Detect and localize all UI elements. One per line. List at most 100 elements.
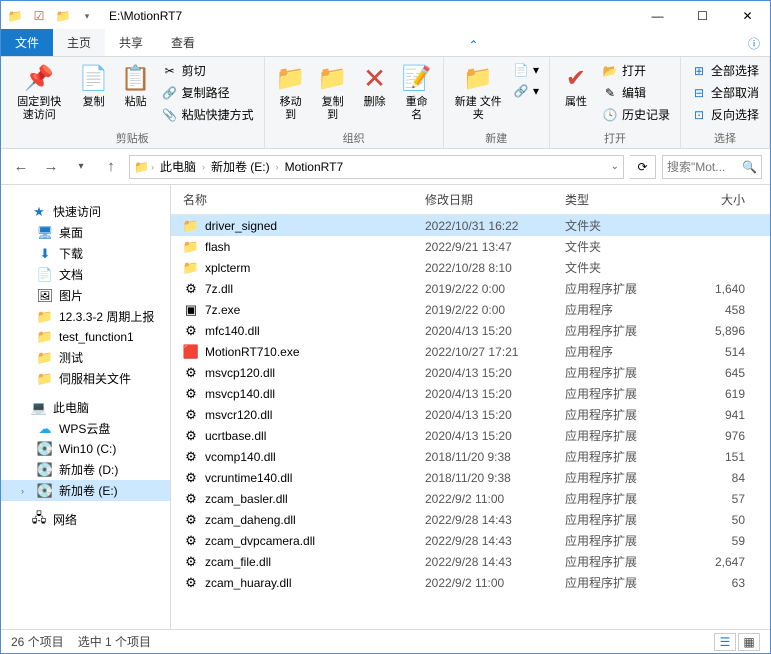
file-type: 应用程序扩展 xyxy=(565,469,685,486)
sidebar-wps[interactable]: ☁WPS云盘 xyxy=(1,418,170,439)
file-icon: ⚙ xyxy=(183,491,199,507)
file-type: 应用程序扩展 xyxy=(565,322,685,339)
file-name: zcam_dvpcamera.dll xyxy=(205,534,315,548)
folder-icon: 📁 xyxy=(5,6,25,26)
file-name: zcam_huaray.dll xyxy=(205,576,291,590)
sidebar-documents[interactable]: 📄文档 xyxy=(1,264,170,285)
file-size: 151 xyxy=(685,450,755,464)
rename-button[interactable]: 📝重命名 xyxy=(397,60,437,124)
file-row[interactable]: ▣7z.exe2019/2/22 0:00应用程序458 xyxy=(171,299,770,320)
sidebar-desktop[interactable]: 🖥桌面 xyxy=(1,222,170,243)
column-headers[interactable]: 名称 修改日期 类型 大小 xyxy=(171,185,770,215)
selectall-button[interactable]: ⊞全部选择 xyxy=(687,60,763,81)
file-row[interactable]: ⚙7z.dll2019/2/22 0:00应用程序扩展1,640 xyxy=(171,278,770,299)
minimize-button[interactable]: — xyxy=(635,1,680,31)
file-row[interactable]: 🟥MotionRT710.exe2022/10/27 17:21应用程序514 xyxy=(171,341,770,362)
open-button[interactable]: 📂打开 xyxy=(598,60,674,81)
tab-view[interactable]: 查看 xyxy=(157,29,209,56)
selectnone-button[interactable]: ⊟全部取消 xyxy=(687,82,763,103)
copy-button[interactable]: 📄复制 xyxy=(74,60,114,111)
breadcrumb[interactable]: 此电脑 xyxy=(156,156,200,177)
copyto-button[interactable]: 📁复制到 xyxy=(313,60,353,124)
address-bar[interactable]: 📁 › 此电脑 › 新加卷 (E:) › MotionRT7 ⌄ xyxy=(129,155,624,179)
file-type: 应用程序扩展 xyxy=(565,511,685,528)
help-button[interactable]: ⓘ xyxy=(738,31,770,56)
history-button[interactable]: 🕓历史记录 xyxy=(598,104,674,125)
file-name: xplcterm xyxy=(205,261,250,275)
view-details-button[interactable]: ☰ xyxy=(714,633,736,651)
file-type: 应用程序扩展 xyxy=(565,553,685,570)
sidebar-drive-c[interactable]: 💽Win10 (C:) xyxy=(1,439,170,459)
file-date: 2022/9/2 11:00 xyxy=(425,576,565,590)
delete-button[interactable]: ✕删除 xyxy=(355,60,395,111)
sidebar-folder[interactable]: 📁伺服相关文件 xyxy=(1,368,170,389)
sidebar-folder[interactable]: 📁测试 xyxy=(1,347,170,368)
file-row[interactable]: ⚙msvcr120.dll2020/4/13 15:20应用程序扩展941 xyxy=(171,404,770,425)
recent-dropdown[interactable]: ▾ xyxy=(69,155,93,179)
sidebar-folder[interactable]: 📁12.3.3-2 周期上报 xyxy=(1,306,170,327)
sidebar-folder[interactable]: 📁test_function1 xyxy=(1,327,170,347)
sidebar-drive-e[interactable]: ›💽新加卷 (E:) xyxy=(1,480,170,501)
file-row[interactable]: ⚙vcruntime140.dll2018/11/20 9:38应用程序扩展84 xyxy=(171,467,770,488)
file-icon: 📁 xyxy=(183,218,199,234)
file-row[interactable]: ⚙ucrtbase.dll2020/4/13 15:20应用程序扩展976 xyxy=(171,425,770,446)
address-dropdown[interactable]: ⌄ xyxy=(611,161,619,172)
newfolder-button[interactable]: 📁新建 文件夹 xyxy=(450,60,507,124)
file-row[interactable]: ⚙vcomp140.dll2018/11/20 9:38应用程序扩展151 xyxy=(171,446,770,467)
easyaccess-button[interactable]: 🔗▾ xyxy=(509,81,543,101)
file-row[interactable]: ⚙zcam_dvpcamera.dll2022/9/28 14:43应用程序扩展… xyxy=(171,530,770,551)
sidebar-network[interactable]: 🖧网络 xyxy=(1,509,170,530)
tab-share[interactable]: 共享 xyxy=(105,29,157,56)
tab-file[interactable]: 文件 xyxy=(1,29,53,56)
file-row[interactable]: ⚙zcam_daheng.dll2022/9/28 14:43应用程序扩展50 xyxy=(171,509,770,530)
file-name: MotionRT710.exe xyxy=(205,345,300,359)
file-row[interactable]: 📁flash2022/9/21 13:47文件夹 xyxy=(171,236,770,257)
sidebar-quick[interactable]: ★快速访问 xyxy=(1,201,170,222)
qat-save-icon[interactable]: ☑ xyxy=(29,6,49,26)
file-row[interactable]: ⚙msvcp120.dll2020/4/13 15:20应用程序扩展645 xyxy=(171,362,770,383)
file-icon: ⚙ xyxy=(183,512,199,528)
edit-button[interactable]: ✎编辑 xyxy=(598,82,674,103)
breadcrumb[interactable]: MotionRT7 xyxy=(281,158,347,176)
forward-button[interactable]: → xyxy=(39,155,63,179)
back-button[interactable]: ← xyxy=(9,155,33,179)
tab-home[interactable]: 主页 xyxy=(53,29,105,56)
pasteshortcut-button[interactable]: 📎粘贴快捷方式 xyxy=(158,104,258,125)
file-row[interactable]: ⚙zcam_basler.dll2022/9/2 11:00应用程序扩展57 xyxy=(171,488,770,509)
file-name: vcomp140.dll xyxy=(205,450,276,464)
file-row[interactable]: 📁driver_signed2022/10/31 16:22文件夹 xyxy=(171,215,770,236)
file-size: 5,896 xyxy=(685,324,755,338)
close-button[interactable]: ✕ xyxy=(725,1,770,31)
view-icons-button[interactable]: ▦ xyxy=(738,633,760,651)
file-date: 2022/9/21 13:47 xyxy=(425,240,565,254)
ribbon-collapse[interactable]: ⌃ xyxy=(458,34,488,56)
file-type: 应用程序扩展 xyxy=(565,427,685,444)
pin-button[interactable]: 📌固定到快 速访问 xyxy=(7,60,72,124)
file-size: 50 xyxy=(685,513,755,527)
file-row[interactable]: ⚙zcam_huaray.dll2022/9/2 11:00应用程序扩展63 xyxy=(171,572,770,593)
properties-button[interactable]: ✔属性 xyxy=(556,60,596,111)
invert-button[interactable]: ⊡反向选择 xyxy=(687,104,763,125)
newitem-button[interactable]: 📄▾ xyxy=(509,60,543,80)
cut-button[interactable]: ✂剪切 xyxy=(158,60,258,81)
sidebar-downloads[interactable]: ⬇下载 xyxy=(1,243,170,264)
sidebar-drive-d[interactable]: 💽新加卷 (D:) xyxy=(1,459,170,480)
maximize-button[interactable]: ☐ xyxy=(680,1,725,31)
qat-dropdown[interactable]: ▾ xyxy=(77,6,97,26)
sidebar-thispc[interactable]: 💻此电脑 xyxy=(1,397,170,418)
file-row[interactable]: ⚙mfc140.dll2020/4/13 15:20应用程序扩展5,896 xyxy=(171,320,770,341)
qat-folder-icon[interactable]: 📁 xyxy=(53,6,73,26)
file-type: 文件夹 xyxy=(565,259,685,276)
breadcrumb[interactable]: 新加卷 (E:) xyxy=(207,156,274,177)
file-name: vcruntime140.dll xyxy=(205,471,292,485)
file-row[interactable]: ⚙msvcp140.dll2020/4/13 15:20应用程序扩展619 xyxy=(171,383,770,404)
refresh-button[interactable]: ⟳ xyxy=(630,155,656,179)
copypath-button[interactable]: 🔗复制路径 xyxy=(158,82,258,103)
moveto-button[interactable]: 📁移动到 xyxy=(271,60,311,124)
file-row[interactable]: 📁xplcterm2022/10/28 8:10文件夹 xyxy=(171,257,770,278)
file-row[interactable]: ⚙zcam_file.dll2022/9/28 14:43应用程序扩展2,647 xyxy=(171,551,770,572)
search-input[interactable]: 搜索"Mot...🔍 xyxy=(662,155,762,179)
up-button[interactable]: ↑ xyxy=(99,155,123,179)
paste-button[interactable]: 📋粘贴 xyxy=(116,60,156,111)
sidebar-pictures[interactable]: 🖼图片 xyxy=(1,285,170,306)
